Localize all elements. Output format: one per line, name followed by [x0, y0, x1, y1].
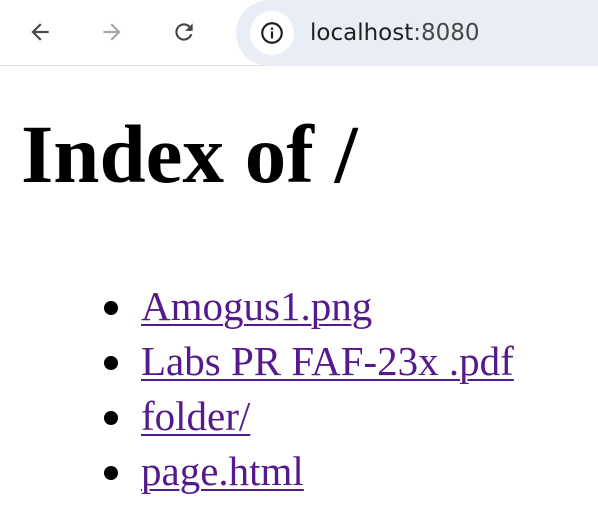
bullet-icon [104, 466, 118, 480]
bullet-icon [104, 356, 118, 370]
info-icon [261, 22, 283, 44]
url-host: localhost [310, 20, 414, 46]
bullet-icon [104, 301, 118, 315]
file-link-labs-pr-pdf[interactable]: Labs PR FAF-23x .pdf [141, 334, 514, 389]
page-title: Index of / [21, 108, 358, 200]
reload-button[interactable] [166, 14, 202, 50]
folder-link[interactable]: folder/ [141, 389, 250, 444]
bullet-icon [104, 411, 118, 425]
site-info-button[interactable] [250, 11, 294, 55]
browser-toolbar: localhost:8080 [0, 0, 598, 66]
arrow-left-icon [31, 23, 49, 41]
url-port: :8080 [413, 20, 480, 46]
reload-icon [175, 23, 193, 41]
file-link-amogus1-png[interactable]: Amogus1.png [141, 279, 372, 334]
url-text[interactable]: localhost:8080 [310, 0, 480, 66]
back-button[interactable] [22, 14, 58, 50]
file-link-page-html[interactable]: page.html [141, 444, 304, 499]
arrow-right-icon [103, 23, 121, 41]
address-bar[interactable]: localhost:8080 [236, 0, 598, 66]
forward-button[interactable] [94, 14, 130, 50]
